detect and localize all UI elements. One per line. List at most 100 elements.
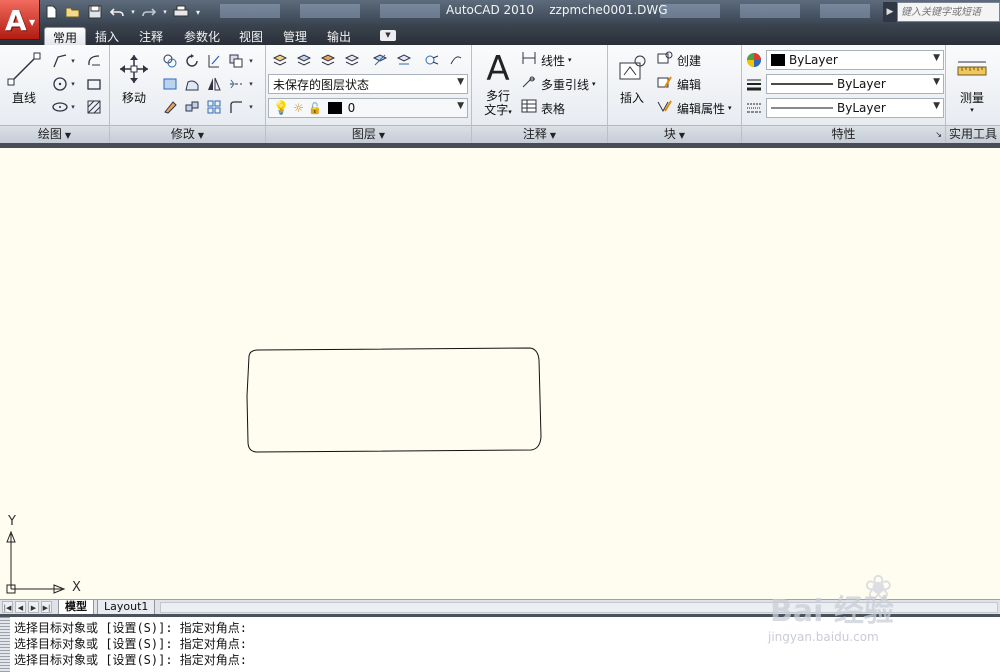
last-layout-icon[interactable]: ▶| bbox=[41, 601, 52, 613]
search-input[interactable] bbox=[897, 2, 1000, 22]
offset-icon[interactable] bbox=[226, 97, 246, 117]
erase-icon[interactable] bbox=[160, 97, 180, 117]
save-icon[interactable] bbox=[85, 3, 105, 21]
mleader-button[interactable]: 多重引线 ▾ bbox=[520, 74, 596, 94]
title-bar: ▾ ▾ ▾ AutoCAD 2010 zzpmche0001.DWG ▶ bbox=[0, 0, 1000, 24]
layer-properties-icon[interactable] bbox=[270, 50, 290, 70]
erase-array-icon[interactable] bbox=[226, 51, 246, 71]
undo-dropdown-icon[interactable]: ▾ bbox=[129, 3, 137, 21]
linear-dimension-button[interactable]: 线性 ▾ bbox=[520, 50, 572, 70]
layer-freeze-icon[interactable] bbox=[342, 50, 362, 70]
tab-view[interactable]: 视图 bbox=[231, 27, 271, 45]
line-button[interactable]: 直线 bbox=[4, 49, 44, 106]
new-icon[interactable] bbox=[41, 3, 61, 21]
measure-button[interactable]: 测量 ▾ bbox=[952, 49, 992, 114]
panel-draw-title[interactable]: 绘图 ▼ bbox=[0, 125, 109, 143]
layer-color-swatch bbox=[327, 102, 342, 114]
ellipse-dropdown-icon[interactable]: ▾ bbox=[68, 97, 78, 117]
polyline-dropdown-icon[interactable]: ▾ bbox=[68, 51, 78, 71]
trim-icon[interactable] bbox=[204, 51, 224, 71]
arc-icon[interactable] bbox=[84, 51, 104, 71]
edit-attributes-button[interactable]: 编辑属性 ▾ bbox=[656, 98, 732, 118]
layer-walk-icon[interactable] bbox=[422, 50, 442, 70]
ribbon-minimize-icon[interactable]: ▼ bbox=[380, 30, 396, 41]
layer-select[interactable]: 💡 ☼ 🔓 0 ▼ bbox=[268, 98, 468, 118]
rectangle-icon[interactable] bbox=[84, 74, 104, 94]
current-layer-value: 0 bbox=[347, 101, 356, 115]
undo-icon[interactable] bbox=[107, 3, 127, 21]
scale-icon[interactable] bbox=[182, 74, 202, 94]
panel-layers-title[interactable]: 图层 ▼ bbox=[266, 125, 471, 143]
lineweight-select[interactable]: ByLayer ▼ bbox=[766, 74, 944, 94]
panel-utilities-title[interactable]: 实用工具 bbox=[946, 125, 1000, 143]
edit-label: 编辑 bbox=[677, 77, 702, 92]
tab-annotate[interactable]: 注释 bbox=[131, 27, 171, 45]
sun-icon: ☼ bbox=[293, 101, 304, 115]
redo-icon[interactable] bbox=[139, 3, 159, 21]
rounded-rectangle-shape[interactable] bbox=[246, 347, 542, 453]
panel-layers: 未保存的图层状态 ▼ 💡 ☼ 🔓 0 ▼ 图层 ▼ bbox=[266, 45, 472, 143]
tab-insert[interactable]: 插入 bbox=[87, 27, 127, 45]
drawing-canvas[interactable]: Y X bbox=[0, 143, 1000, 599]
next-layout-icon[interactable]: ▶ bbox=[28, 601, 39, 613]
circle-icon[interactable] bbox=[50, 74, 70, 94]
redo-dropdown-icon[interactable]: ▾ bbox=[161, 3, 169, 21]
layer-lock-icon[interactable] bbox=[446, 50, 466, 70]
edit-attributes-icon bbox=[656, 99, 674, 117]
panel-properties-title[interactable]: 特性 ↘ bbox=[742, 125, 945, 143]
lineweight-icon[interactable] bbox=[744, 74, 764, 94]
plot-icon[interactable] bbox=[171, 3, 191, 21]
search-expand-icon[interactable]: ▶ bbox=[883, 2, 897, 22]
table-button[interactable]: 表格 bbox=[520, 98, 565, 118]
tab-layout1[interactable]: Layout1 bbox=[97, 600, 156, 615]
linetype-select[interactable]: ByLayer ▼ bbox=[766, 98, 944, 118]
color-wheel-icon[interactable] bbox=[744, 50, 764, 70]
array-icon[interactable] bbox=[204, 97, 224, 117]
stretch-icon[interactable] bbox=[160, 74, 180, 94]
tab-output[interactable]: 输出 bbox=[319, 27, 359, 45]
offset-dropdown-icon[interactable]: ▾ bbox=[246, 97, 256, 117]
ellipse-icon[interactable] bbox=[50, 97, 70, 117]
hatch-icon[interactable] bbox=[84, 97, 104, 117]
mirror-icon[interactable] bbox=[204, 74, 224, 94]
horizontal-scrollbar[interactable] bbox=[160, 602, 998, 613]
layer-match-icon[interactable] bbox=[370, 50, 390, 70]
layer-isolate-icon[interactable] bbox=[318, 50, 338, 70]
tab-home[interactable]: 常用 bbox=[44, 27, 87, 45]
modify-dropdown-icon[interactable]: ▾ bbox=[246, 51, 256, 71]
create-block-button[interactable]: 创建 bbox=[656, 50, 701, 70]
layer-state-select[interactable]: 未保存的图层状态 ▼ bbox=[268, 74, 468, 94]
circle-dropdown-icon[interactable]: ▾ bbox=[68, 74, 78, 94]
quick-access-toolbar: ▾ ▾ ▾ bbox=[41, 2, 203, 22]
mtext-button[interactable]: A 多行 文字▾ bbox=[476, 49, 520, 119]
command-window-grip[interactable] bbox=[0, 617, 10, 672]
layer-previous-icon[interactable] bbox=[394, 50, 414, 70]
first-layout-icon[interactable]: |◀ bbox=[2, 601, 13, 613]
title-ghost-tabs-right bbox=[660, 4, 870, 18]
tab-manage[interactable]: 管理 bbox=[275, 27, 315, 45]
open-icon[interactable] bbox=[63, 3, 83, 21]
application-menu-button[interactable]: A ▼ bbox=[0, 0, 40, 40]
move-button[interactable]: 移动 bbox=[114, 49, 154, 106]
linetype-icon[interactable] bbox=[744, 98, 764, 118]
panel-launcher-icon[interactable]: ↘ bbox=[935, 126, 942, 143]
panel-modify-title[interactable]: 修改 ▼ bbox=[110, 125, 265, 143]
chevron-down-icon: ▾ bbox=[568, 56, 572, 64]
rotate-icon[interactable] bbox=[182, 51, 202, 71]
fillet-icon[interactable] bbox=[226, 74, 246, 94]
tab-model[interactable]: 模型 bbox=[58, 600, 94, 615]
panel-block-title[interactable]: 块 ▼ bbox=[608, 125, 741, 143]
layer-on-icon[interactable] bbox=[294, 50, 314, 70]
explode-icon[interactable] bbox=[182, 97, 202, 117]
tab-parametric[interactable]: 参数化 bbox=[176, 27, 228, 45]
edit-block-button[interactable]: 编辑 bbox=[656, 74, 701, 94]
insert-block-button[interactable]: 插入 bbox=[612, 49, 652, 106]
panel-annotation-title[interactable]: 注释 ▼ bbox=[472, 125, 607, 143]
copy-icon[interactable] bbox=[160, 51, 180, 71]
prev-layout-icon[interactable]: ◀ bbox=[15, 601, 26, 613]
qat-customize-icon[interactable]: ▾ bbox=[193, 3, 203, 21]
fillet-dropdown-icon[interactable]: ▾ bbox=[246, 74, 256, 94]
color-select[interactable]: ByLayer ▼ bbox=[766, 50, 944, 70]
polyline-icon[interactable] bbox=[50, 51, 70, 71]
command-window[interactable]: 选择目标对象或 [设置(S)]: 指定对角点: 选择目标对象或 [设置(S)]:… bbox=[0, 614, 1000, 672]
